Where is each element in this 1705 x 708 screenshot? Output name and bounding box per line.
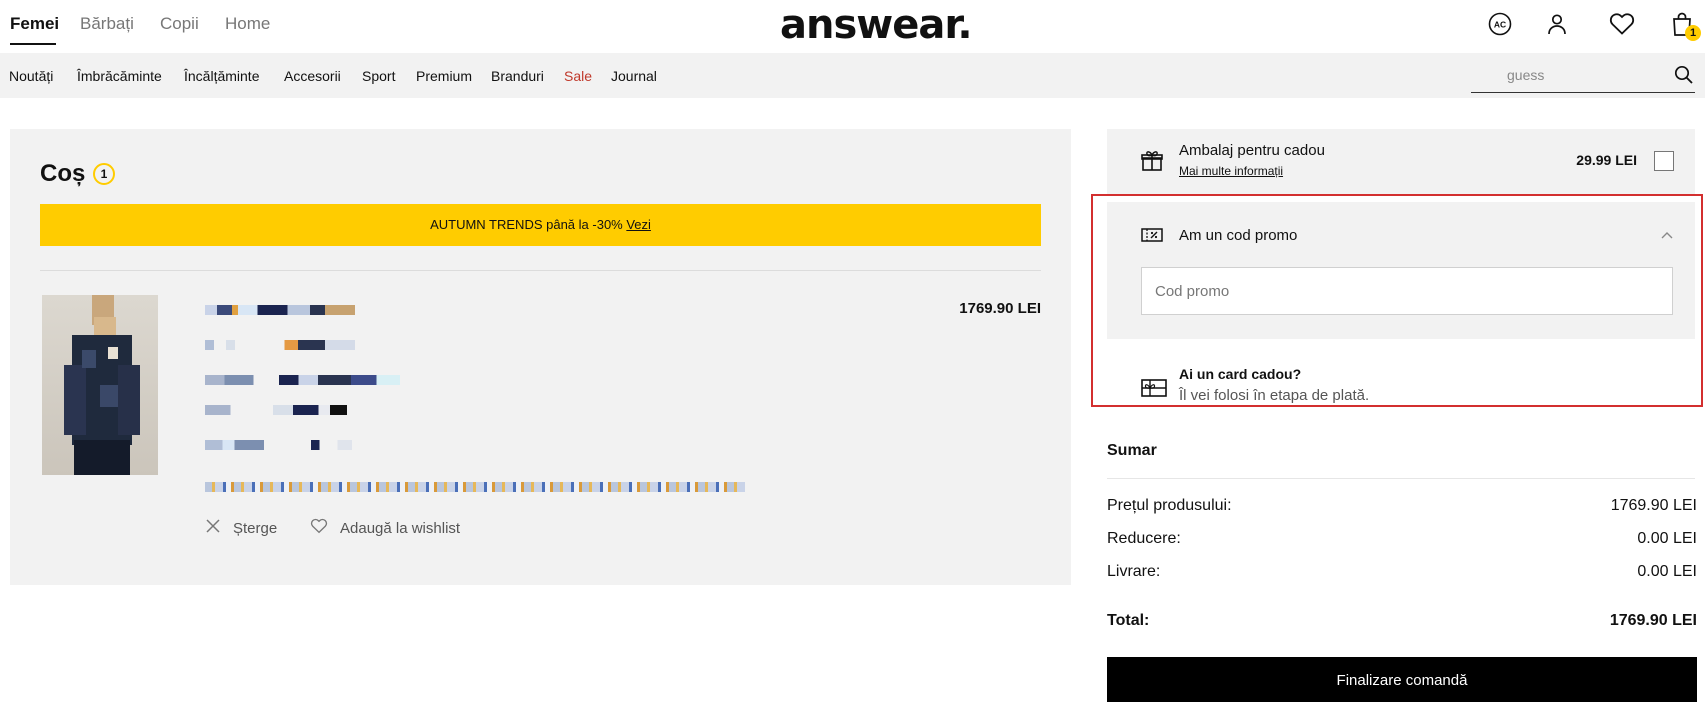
promo-banner-text: AUTUMN TRENDS până la -30% <box>430 217 627 232</box>
summary-title: Sumar <box>1107 442 1157 459</box>
gift-wrap-price: 29.99 LEI <box>1576 152 1637 168</box>
promo-banner-link[interactable]: Vezi <box>626 217 651 232</box>
checkout-button[interactable]: Finalizare comandă <box>1107 657 1697 702</box>
close-icon <box>205 518 221 538</box>
nav-item-imbracaminte[interactable]: Îmbrăcăminte <box>77 68 162 84</box>
search-bar <box>1471 60 1695 93</box>
nav-item-accesorii[interactable]: Accesorii <box>284 68 341 84</box>
cart-title: Coș <box>40 160 86 187</box>
summary-discount-value: 0.00 LEI <box>1637 530 1697 547</box>
gift-wrap-more-info-link[interactable]: Mai multe informații <box>1179 164 1283 178</box>
promo-banner[interactable]: AUTUMN TRENDS până la -30% Vezi <box>40 204 1041 246</box>
gift-wrap-checkbox[interactable] <box>1654 151 1674 171</box>
summary-delivery-label: Livrare: <box>1107 563 1161 580</box>
tab-femei[interactable]: Femei <box>10 14 59 34</box>
summary-total-value: 1769.90 LEI <box>1609 612 1697 629</box>
add-to-wishlist-button[interactable]: Adaugă la wishlist <box>310 518 460 538</box>
tab-copii[interactable]: Copii <box>160 14 199 34</box>
summary-discount-label: Reducere: <box>1107 530 1181 547</box>
nav-item-branduri[interactable]: Branduri <box>491 68 544 84</box>
summary-delivery-value: 0.00 LEI <box>1637 563 1697 580</box>
nav-item-sport[interactable]: Sport <box>362 68 395 84</box>
nav-item-sale[interactable]: Sale <box>564 68 592 84</box>
gift-icon <box>1140 149 1164 178</box>
user-icon[interactable] <box>1543 10 1571 38</box>
search-input[interactable] <box>1471 60 1661 90</box>
summary-total-label: Total: <box>1107 612 1150 629</box>
item-price: 1769.90 LEI <box>959 300 1041 317</box>
gift-wrap-title: Ambalaj pentru cadou <box>1179 142 1325 159</box>
add-to-wishlist-label: Adaugă la wishlist <box>340 519 461 537</box>
summary-divider <box>1107 478 1695 479</box>
nav-item-premium[interactable]: Premium <box>416 68 472 84</box>
tab-home[interactable]: Home <box>225 14 270 34</box>
brand-logo[interactable]: answear. <box>780 2 973 48</box>
search-icon[interactable] <box>1673 64 1695 86</box>
active-tab-underline <box>10 43 56 45</box>
product-image[interactable] <box>42 295 158 475</box>
cart-panel <box>10 129 1071 585</box>
cart-divider <box>40 270 1041 271</box>
summary-product-price-label: Prețul produsului: <box>1107 497 1232 514</box>
delete-item-button[interactable]: Șterge <box>205 518 277 538</box>
bag-count-badge: 1 <box>1685 25 1701 41</box>
nav-item-noutati[interactable]: Noutăți <box>9 68 53 84</box>
account-initials-icon[interactable]: AC <box>1486 10 1514 38</box>
nav-item-incaltaminte[interactable]: Încălțăminte <box>184 68 259 84</box>
tab-barbati[interactable]: Bărbați <box>80 14 134 34</box>
cart-count-badge: 1 <box>93 163 115 185</box>
delete-item-label: Șterge <box>233 519 278 537</box>
heart-icon <box>310 518 328 538</box>
summary-product-price-value: 1769.90 LEI <box>1610 497 1697 514</box>
highlight-box <box>1091 194 1703 407</box>
account-initials-text: AC <box>1494 20 1506 30</box>
nav-item-journal[interactable]: Journal <box>611 68 657 84</box>
wishlist-heart-icon[interactable] <box>1608 10 1636 38</box>
